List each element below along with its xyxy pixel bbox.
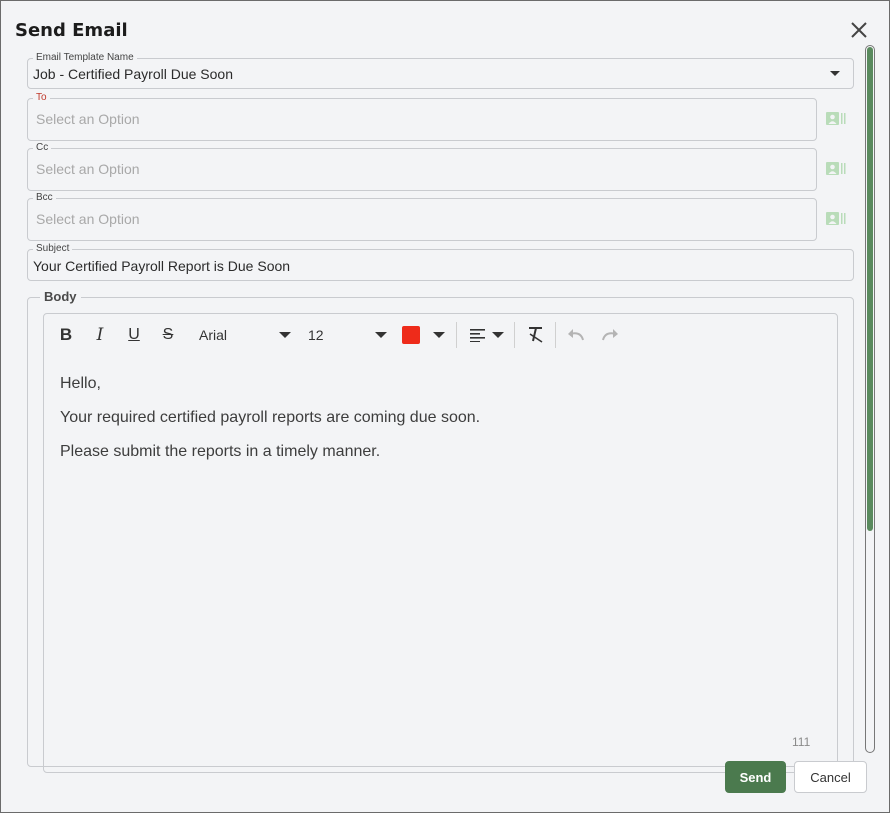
editor-toolbar: B I U S Arial 12 bbox=[44, 314, 837, 356]
send-button[interactable]: Send bbox=[725, 761, 786, 793]
font-size-select[interactable]: 12 bbox=[308, 325, 388, 345]
template-value: Job - Certified Payroll Due Soon bbox=[33, 66, 233, 82]
chevron-down-icon bbox=[375, 332, 387, 338]
send-email-dialog: Send Email Email Template Name Job - Cer… bbox=[0, 0, 890, 813]
strikethrough-button[interactable]: S bbox=[158, 324, 178, 346]
scrollbar-thumb[interactable] bbox=[867, 47, 873, 531]
body-line: Hello, bbox=[60, 375, 101, 392]
contact-card-icon[interactable] bbox=[826, 112, 846, 126]
chevron-down-icon bbox=[433, 332, 445, 338]
contact-card-icon[interactable] bbox=[826, 212, 846, 226]
template-label: Email Template Name bbox=[33, 51, 137, 65]
align-left-icon[interactable] bbox=[470, 328, 486, 342]
body-label: Body bbox=[40, 289, 81, 305]
text-color-dropdown[interactable] bbox=[432, 325, 446, 345]
redo-icon[interactable] bbox=[601, 328, 619, 342]
font-family-select[interactable]: Arial bbox=[199, 325, 293, 345]
scrollbar[interactable] bbox=[865, 45, 875, 753]
email-body-text[interactable]: Hello, Your required certified payroll r… bbox=[60, 374, 480, 476]
subject-field[interactable]: Subject Your Certified Payroll Report is… bbox=[27, 242, 854, 281]
toolbar-divider bbox=[514, 322, 515, 348]
body-section: Body B I U S Arial 12 Hello, Your requir… bbox=[27, 289, 854, 773]
underline-button[interactable]: U bbox=[124, 324, 144, 346]
body-line: Your required certified payroll reports … bbox=[60, 409, 481, 426]
chevron-down-icon bbox=[279, 332, 291, 338]
body-line: Please submit the reports in a timely ma… bbox=[60, 443, 381, 460]
chevron-down-icon bbox=[492, 332, 504, 338]
to-label: To bbox=[33, 91, 50, 105]
contact-card-icon[interactable] bbox=[826, 162, 846, 176]
template-select[interactable]: Email Template Name Job - Certified Payr… bbox=[27, 51, 854, 89]
character-count: 111 bbox=[792, 735, 811, 749]
close-icon[interactable] bbox=[847, 18, 871, 42]
align-dropdown[interactable] bbox=[491, 325, 505, 345]
bcc-label: Bcc bbox=[33, 191, 56, 205]
toolbar-divider bbox=[456, 322, 457, 348]
dialog-title: Send Email bbox=[15, 20, 128, 41]
cc-placeholder: Select an Option bbox=[36, 161, 140, 177]
font-family-value: Arial bbox=[199, 327, 228, 343]
subject-label: Subject bbox=[33, 242, 73, 256]
to-select[interactable]: To Select an Option bbox=[27, 91, 817, 141]
subject-value: Your Certified Payroll Report is Due Soo… bbox=[33, 258, 291, 274]
cc-label: Cc bbox=[33, 141, 52, 155]
clear-format-icon[interactable] bbox=[528, 326, 544, 343]
toolbar-divider bbox=[555, 322, 556, 348]
italic-button[interactable]: I bbox=[90, 324, 110, 346]
to-placeholder: Select an Option bbox=[36, 111, 140, 127]
text-color-swatch[interactable] bbox=[402, 326, 420, 344]
bold-button[interactable]: B bbox=[56, 324, 76, 346]
cancel-button[interactable]: Cancel bbox=[794, 761, 867, 793]
bcc-placeholder: Select an Option bbox=[36, 211, 140, 227]
font-size-value: 12 bbox=[308, 327, 324, 343]
cc-select[interactable]: Cc Select an Option bbox=[27, 141, 817, 191]
chevron-down-icon[interactable] bbox=[830, 71, 840, 76]
bcc-select[interactable]: Bcc Select an Option bbox=[27, 191, 817, 241]
undo-icon[interactable] bbox=[567, 328, 585, 342]
rich-text-editor[interactable]: B I U S Arial 12 Hello, Your required ce… bbox=[43, 313, 838, 773]
